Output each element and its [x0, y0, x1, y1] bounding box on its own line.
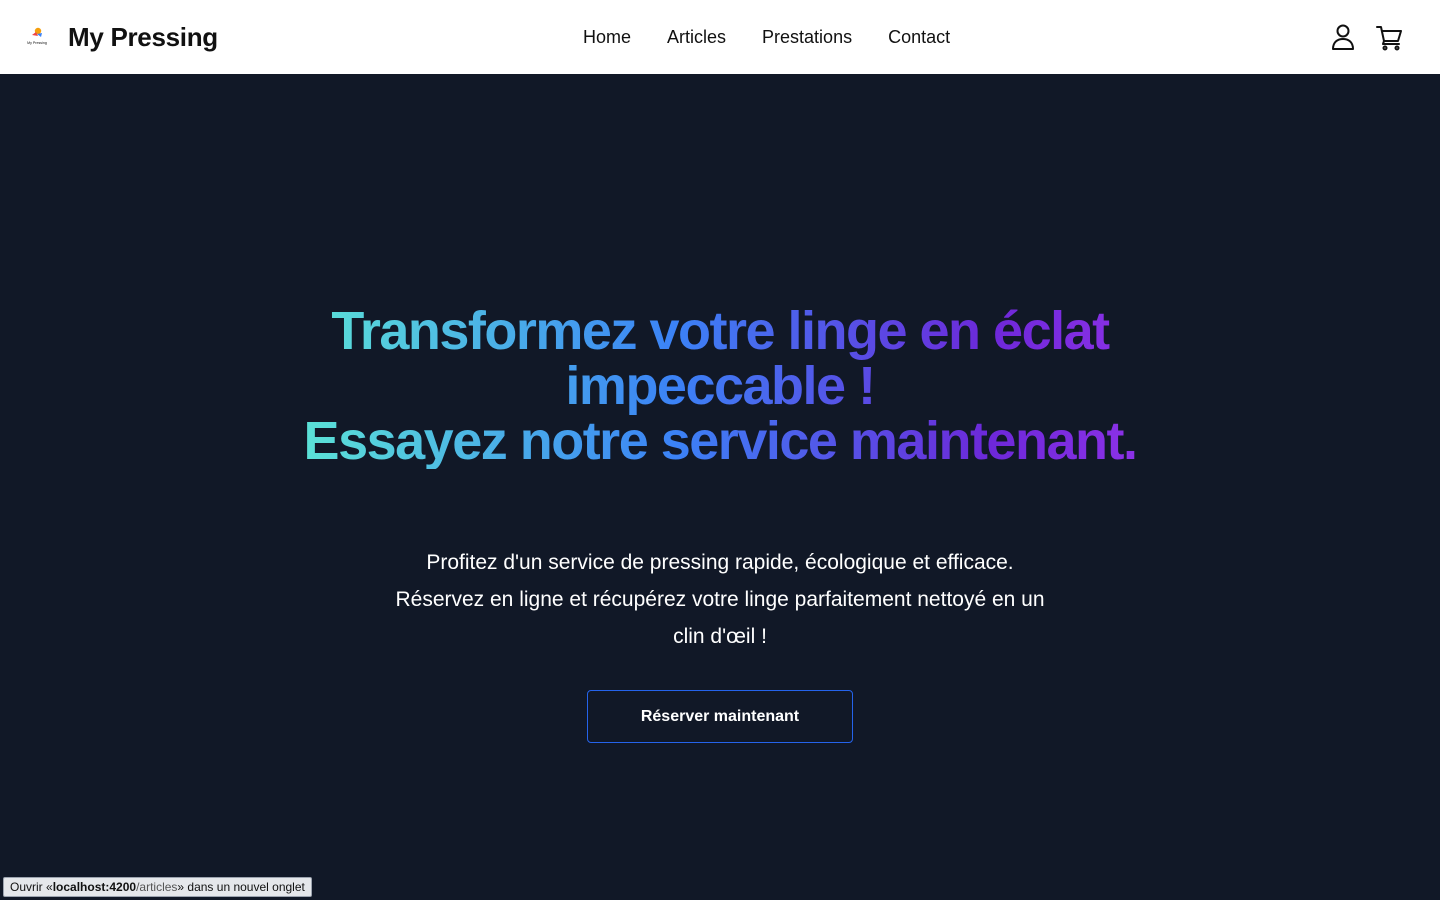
nav-contact[interactable]: Contact — [888, 27, 950, 48]
status-path: /articles — [136, 880, 178, 894]
hero-title-line-2: Essayez notre service maintenant. — [303, 411, 1137, 471]
header-actions — [1312, 0, 1404, 74]
hero-title-line-1: Transformez votre linge en éclat impecca… — [331, 301, 1109, 416]
logo-icon: My Pressing — [27, 27, 47, 45]
hero-section: Transformez votre linge en éclat impecca… — [0, 74, 1440, 900]
hero-title: Transformez votre linge en éclat impecca… — [270, 304, 1170, 469]
status-host: localhost:4200 — [52, 880, 137, 894]
link-status-tooltip: Ouvrir « localhost:4200 /articles » dans… — [3, 877, 312, 897]
cart-icon[interactable] — [1374, 22, 1404, 52]
status-prefix: Ouvrir « — [10, 880, 53, 894]
nav-home[interactable]: Home — [583, 27, 631, 48]
hero-subtitle: Profitez d'un service de pressing rapide… — [395, 551, 1045, 648]
brand-link[interactable]: My Pressing My Pressing — [24, 0, 218, 74]
logo: My Pressing — [24, 24, 50, 50]
nav-prestations[interactable]: Prestations — [762, 27, 852, 48]
reserve-now-button[interactable]: Réserver maintenant — [587, 690, 853, 743]
brand-name: My Pressing — [68, 21, 218, 52]
user-icon[interactable] — [1328, 22, 1358, 52]
logo-text: My Pressing — [27, 41, 47, 45]
site-header: My Pressing My Pressing Home Articles Pr… — [0, 0, 1440, 74]
status-suffix: » dans un nouvel onglet — [177, 880, 305, 894]
nav-articles[interactable]: Articles — [667, 27, 726, 48]
main-nav: Home Articles Prestations Contact — [583, 0, 950, 74]
